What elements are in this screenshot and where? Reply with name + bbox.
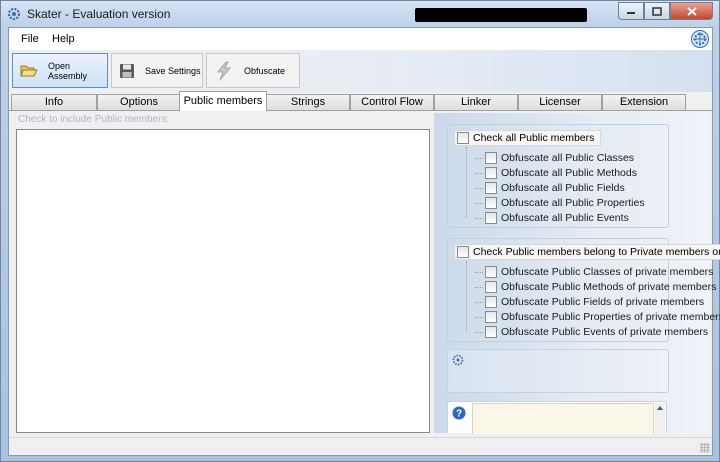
obfuscate-public-classes-checkbox[interactable]: Obfuscate all Public Classes xyxy=(475,151,634,165)
item-label: Obfuscate Public Events of private membe… xyxy=(501,326,709,338)
close-button[interactable] xyxy=(670,2,713,20)
group-private-public: Check Public members belong to Private m… xyxy=(447,238,720,342)
item-label: Obfuscate Public Fields of private membe… xyxy=(501,296,705,308)
help-gear-icon[interactable] xyxy=(690,29,710,49)
checkbox-box xyxy=(485,266,497,278)
open-assembly-label: Open Assembly xyxy=(48,60,88,81)
tab-strings[interactable]: Strings xyxy=(266,94,350,110)
check-all-public-label: Check all Public members xyxy=(473,132,595,144)
window-controls xyxy=(618,2,713,20)
checkbox-box xyxy=(457,246,469,258)
checkbox-box xyxy=(485,212,497,224)
tree-line xyxy=(466,147,467,217)
group-all-public: Check all Public members Obfuscate all P… xyxy=(447,124,669,228)
floppy-disk-icon xyxy=(120,63,134,78)
checkbox-box xyxy=(485,152,497,164)
client-area: File Help Open Assembly Save Settings Ob… xyxy=(8,27,720,456)
tree-line xyxy=(466,261,467,331)
checkbox-box xyxy=(485,326,497,338)
item-label: Obfuscate all Public Properties xyxy=(501,197,645,209)
status-info-box xyxy=(447,349,669,393)
close-icon xyxy=(686,6,697,16)
tab-strip: Info Options Public members Strings Cont… xyxy=(11,91,712,111)
checkbox-box xyxy=(485,197,497,209)
tab-control-flow[interactable]: Control Flow xyxy=(350,94,434,110)
tab-info[interactable]: Info xyxy=(11,94,97,110)
item-label: Obfuscate all Public Fields xyxy=(501,182,625,194)
obfuscate-public-methods-checkbox[interactable]: Obfuscate all Public Methods xyxy=(475,166,637,180)
maximize-icon xyxy=(652,6,662,16)
tab-linker[interactable]: Linker xyxy=(434,94,518,110)
obfuscate-private-methods-checkbox[interactable]: Obfuscate Public Methods of private memb… xyxy=(475,280,716,294)
obfuscate-private-events-checkbox[interactable]: Obfuscate Public Events of private membe… xyxy=(475,325,708,339)
maximize-button[interactable] xyxy=(644,2,670,20)
save-settings-button[interactable]: Save Settings xyxy=(111,53,203,88)
obfuscate-public-properties-checkbox[interactable]: Obfuscate all Public Properties xyxy=(475,196,645,210)
obfuscate-button[interactable]: Obfuscate xyxy=(206,53,300,88)
redacted-region xyxy=(415,8,587,22)
small-gear-icon xyxy=(452,354,464,366)
open-assembly-button[interactable]: Open Assembly xyxy=(12,53,108,88)
checkbox-box xyxy=(485,311,497,323)
options-panel: Check all Public members Obfuscate all P… xyxy=(434,113,720,434)
checkbox-box xyxy=(457,132,469,144)
obfuscate-public-fields-checkbox[interactable]: Obfuscate all Public Fields xyxy=(475,181,625,195)
lightning-icon xyxy=(217,61,231,80)
check-private-public-label: Check Public members belong to Private m… xyxy=(473,246,720,258)
public-members-list[interactable] xyxy=(16,129,430,433)
question-icon: ? xyxy=(452,406,466,420)
checkbox-box xyxy=(485,182,497,194)
title-bar: Skater - Evaluation version xyxy=(1,1,719,27)
description-scrollbar[interactable] xyxy=(655,403,665,434)
menu-file[interactable]: File xyxy=(21,33,39,45)
resize-grip-icon[interactable] xyxy=(700,443,710,453)
obfuscate-public-events-checkbox[interactable]: Obfuscate all Public Events xyxy=(475,211,629,225)
item-label: Obfuscate Public Classes of private memb… xyxy=(501,266,714,278)
app-window: Skater - Evaluation version File Help Op… xyxy=(0,0,720,462)
checkbox-box xyxy=(485,281,497,293)
scroll-up-icon xyxy=(657,406,663,410)
svg-text:?: ? xyxy=(456,409,462,420)
obfuscate-private-properties-checkbox[interactable]: Obfuscate Public Properties of private m… xyxy=(475,310,720,324)
menu-bar: File Help xyxy=(9,28,712,50)
check-all-public-checkbox[interactable]: Check all Public members xyxy=(454,130,602,146)
item-label: Obfuscate all Public Events xyxy=(501,212,629,224)
window-title: Skater - Evaluation version xyxy=(27,7,171,21)
public-members-hint: Check to include Public members: xyxy=(18,114,170,125)
tab-options[interactable]: Options xyxy=(97,94,181,110)
obfuscate-private-fields-checkbox[interactable]: Obfuscate Public Fields of private membe… xyxy=(475,295,704,309)
description-text xyxy=(472,403,654,434)
item-label: Obfuscate all Public Classes xyxy=(501,152,635,164)
menu-help[interactable]: Help xyxy=(52,33,75,45)
toolbar: Open Assembly Save Settings Obfuscate xyxy=(9,50,712,92)
gear-icon xyxy=(7,7,21,21)
description-box: ? xyxy=(447,401,667,434)
tab-extension[interactable]: Extension xyxy=(602,94,686,110)
status-bar xyxy=(9,437,712,455)
checkbox-box xyxy=(485,167,497,179)
checkbox-box xyxy=(485,296,497,308)
save-settings-label: Save Settings xyxy=(145,65,201,76)
obfuscate-private-classes-checkbox[interactable]: Obfuscate Public Classes of private memb… xyxy=(475,265,713,279)
item-label: Obfuscate all Public Methods xyxy=(501,167,637,179)
item-label: Obfuscate Public Methods of private memb… xyxy=(501,281,717,293)
minimize-icon xyxy=(627,12,635,14)
tab-divider xyxy=(9,110,712,111)
tab-public-members[interactable]: Public members xyxy=(179,91,267,111)
check-private-public-checkbox[interactable]: Check Public members belong to Private m… xyxy=(454,244,720,260)
folder-open-icon xyxy=(20,65,38,76)
obfuscate-label: Obfuscate xyxy=(244,65,286,76)
item-label: Obfuscate Public Properties of private m… xyxy=(501,311,720,323)
tab-licenser[interactable]: Licenser xyxy=(518,94,602,110)
minimize-button[interactable] xyxy=(618,2,644,20)
